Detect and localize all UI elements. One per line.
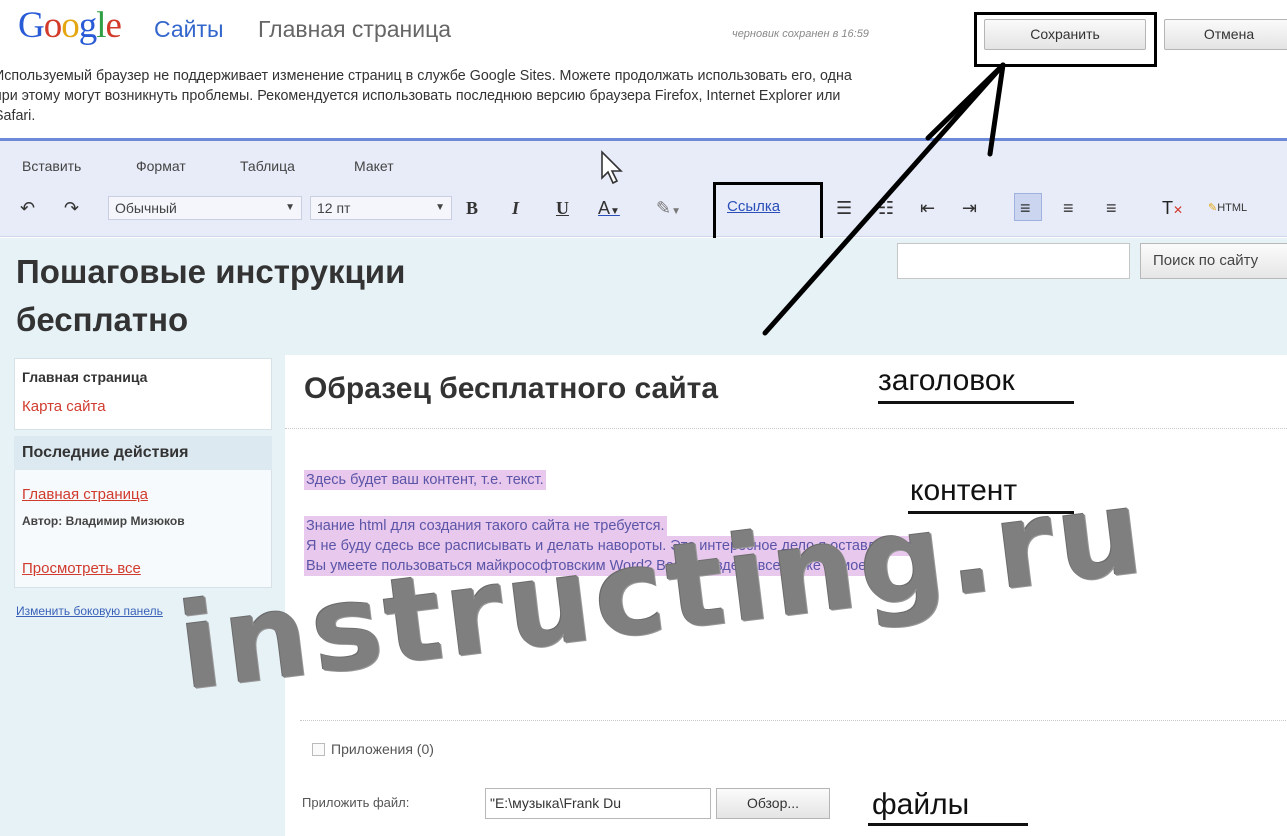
- save-highlight-frame: [974, 12, 1157, 67]
- warning-line: Safari.: [0, 108, 36, 124]
- align-center-icon[interactable]: ≡: [1063, 197, 1074, 219]
- html-label: HTML: [1217, 202, 1248, 214]
- annotation-heading: заголовок: [878, 364, 1015, 397]
- content-text-line[interactable]: Здесь будет ваш контент, т.е. текст.: [304, 470, 546, 490]
- attach-file-label: Приложить файл:: [302, 795, 410, 810]
- chevron-down-icon: ▼: [610, 206, 620, 217]
- html-button[interactable]: ✎HTML: [1208, 197, 1247, 219]
- draft-status: черновик сохранен в 16:59: [732, 28, 869, 40]
- font-size-value: 12 пт: [317, 200, 351, 216]
- recent-activity-title: Последние действия: [22, 444, 189, 461]
- bullet-list-icon[interactable]: ☷: [878, 197, 894, 219]
- google-logo: Google: [18, 5, 122, 46]
- menu-insert[interactable]: Вставить: [22, 158, 81, 174]
- annotation-underline: [868, 823, 1028, 826]
- clear-format-icon[interactable]: T✕: [1162, 197, 1183, 221]
- divider: [300, 720, 1287, 721]
- menu-format[interactable]: Формат: [136, 158, 186, 174]
- edit-sidebar-link[interactable]: Изменить боковую панель: [16, 604, 163, 618]
- menu-bar: [0, 141, 1287, 185]
- chevron-down-icon: ▼: [285, 202, 295, 213]
- chevron-down-icon: ▼: [435, 202, 445, 213]
- site-search-input[interactable]: [897, 243, 1130, 279]
- warning-line: Используемый браузер не поддерживает изм…: [0, 68, 852, 84]
- align-right-icon[interactable]: ≡: [1106, 197, 1117, 219]
- numbered-list-icon[interactable]: ☰: [836, 197, 852, 219]
- mouse-pointer-icon: [601, 150, 623, 185]
- attachments-checkbox[interactable]: [312, 743, 325, 756]
- attachments-toggle[interactable]: Приложения (0): [312, 741, 434, 757]
- content-title[interactable]: Образец бесплатного сайта: [304, 372, 718, 406]
- font-size-select[interactable]: 12 пт ▼: [310, 196, 452, 220]
- annotation-files: файлы: [872, 788, 970, 821]
- italic-button[interactable]: I: [512, 197, 519, 219]
- align-left-icon[interactable]: ≡: [1020, 197, 1031, 219]
- product-name: Сайты: [154, 16, 224, 42]
- recent-activity-link[interactable]: Главная страница: [22, 486, 148, 503]
- divider: [285, 428, 1287, 429]
- undo-icon[interactable]: ↶: [20, 197, 35, 219]
- file-path-input[interactable]: "E:\музыка\Frank Du: [485, 788, 711, 819]
- recent-activity-author: Автор: Владимир Мизюков: [22, 514, 185, 528]
- site-search-button[interactable]: Поиск по сайту: [1140, 243, 1287, 279]
- indent-more-icon[interactable]: ⇥: [962, 197, 977, 219]
- highlight-color-icon[interactable]: ✎▼: [656, 197, 681, 223]
- style-select-value: Обычный: [115, 200, 177, 216]
- warning-line: при этому могут возникнуть проблемы. Рек…: [0, 88, 841, 104]
- redo-icon[interactable]: ↷: [64, 197, 79, 219]
- browse-button[interactable]: Обзор...: [716, 788, 830, 819]
- sidebar-item-home[interactable]: Главная страница: [22, 369, 147, 385]
- indent-less-icon[interactable]: ⇤: [920, 197, 935, 219]
- text-color-button[interactable]: A▼: [598, 197, 620, 223]
- style-select[interactable]: Обычный ▼: [108, 196, 302, 220]
- bold-button[interactable]: B: [466, 197, 478, 219]
- page-title: Главная страница: [258, 16, 452, 42]
- cancel-button[interactable]: Отмена: [1164, 19, 1287, 50]
- site-title: Пошаговые инструкции бесплатно: [16, 253, 406, 338]
- attachments-label: Приложения (0): [331, 741, 434, 757]
- menu-layout[interactable]: Макет: [354, 158, 394, 174]
- sidebar-item-sitemap[interactable]: Карта сайта: [22, 398, 106, 415]
- menu-table[interactable]: Таблица: [240, 158, 295, 174]
- underline-button[interactable]: U: [556, 197, 569, 219]
- text-color-label: A: [598, 198, 611, 218]
- view-all-link[interactable]: Просмотреть все: [22, 560, 141, 577]
- annotation-underline: [878, 401, 1074, 404]
- browser-warning: Используемый браузер не поддерживает изм…: [0, 66, 1287, 126]
